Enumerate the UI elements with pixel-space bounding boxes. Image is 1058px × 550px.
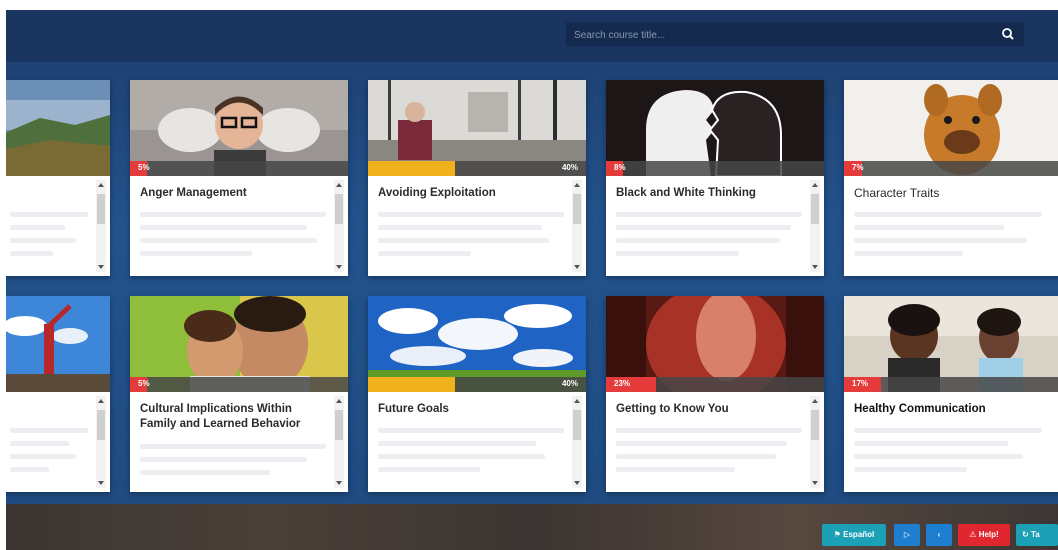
course-title[interactable]: Healthy Communication bbox=[854, 402, 1042, 417]
search-box[interactable] bbox=[566, 22, 1024, 46]
progress-bar: 5% bbox=[130, 161, 348, 176]
progress-bar: 5% bbox=[130, 377, 348, 392]
language-icon: ⚑ bbox=[833, 530, 844, 539]
progress-bar: 23% bbox=[606, 377, 824, 392]
card-scrollbar[interactable] bbox=[810, 180, 820, 272]
chevron-left-icon: ‹ bbox=[937, 530, 941, 539]
course-title[interactable]: Future Goals bbox=[378, 402, 564, 417]
course-card-black-and-white-thinking[interactable]: 8% Black and White Thinking bbox=[606, 80, 824, 276]
course-title[interactable]: Anger Management bbox=[140, 186, 326, 201]
course-description bbox=[854, 428, 1042, 480]
course-title[interactable]: Avoiding Exploitation bbox=[378, 186, 564, 201]
progress-percent: 5% bbox=[138, 163, 150, 172]
more-label: Ta bbox=[1030, 530, 1040, 539]
speaker-icon: ▷ bbox=[903, 530, 911, 539]
card-scrollbar[interactable] bbox=[572, 180, 582, 272]
app-screen: 5% Anger Management 40% Avoiding Exploit… bbox=[6, 10, 1058, 550]
course-card-healthy-communication[interactable]: 17% Healthy Communication bbox=[844, 296, 1058, 492]
card-scrollbar[interactable] bbox=[96, 396, 106, 488]
course-card-getting-to-know-you[interactable]: 23% Getting to Know You bbox=[606, 296, 824, 492]
course-description bbox=[10, 212, 88, 264]
warning-icon: ⚠ bbox=[969, 530, 979, 539]
course-card-cultural-implications[interactable]: 5% Cultural Implications Within Family a… bbox=[130, 296, 348, 492]
help-label: Help! bbox=[978, 530, 999, 539]
progress-percent: 5% bbox=[138, 379, 150, 388]
refresh-icon: ↻ bbox=[1022, 530, 1031, 539]
progress-fill bbox=[368, 161, 456, 176]
course-card-avoiding-exploitation[interactable]: 40% Avoiding Exploitation bbox=[368, 80, 586, 276]
progress-bar: 7% bbox=[844, 161, 1058, 176]
card-scrollbar[interactable] bbox=[810, 396, 820, 488]
card-scrollbar[interactable] bbox=[334, 180, 344, 272]
progress-bar: 8% bbox=[606, 161, 824, 176]
course-image bbox=[6, 80, 110, 176]
more-button[interactable]: ↻ Ta bbox=[1016, 524, 1058, 546]
progress-fill bbox=[368, 377, 456, 392]
progress-percent: 40% bbox=[561, 163, 578, 172]
course-card-partial-left[interactable] bbox=[6, 80, 110, 276]
back-button[interactable]: ‹ bbox=[926, 524, 952, 546]
course-description bbox=[854, 212, 1042, 264]
course-title[interactable]: Getting to Know You bbox=[616, 402, 802, 417]
top-navigation-bar bbox=[6, 10, 1058, 62]
search-icon[interactable] bbox=[1000, 26, 1016, 42]
progress-percent: 7% bbox=[852, 163, 864, 172]
course-title[interactable]: Cultural Implications Within Family and … bbox=[140, 402, 326, 432]
help-button[interactable]: ⚠ Help! bbox=[958, 524, 1010, 546]
card-scrollbar[interactable] bbox=[572, 396, 582, 488]
progress-percent: 17% bbox=[852, 379, 869, 388]
progress-bar: 40% bbox=[368, 377, 586, 392]
progress-percent: 40% bbox=[561, 379, 578, 388]
progress-percent: 8% bbox=[614, 163, 626, 172]
course-description bbox=[378, 428, 564, 480]
course-card-character-traits[interactable]: 7% Character Traits bbox=[844, 80, 1058, 276]
course-card-anger-management[interactable]: 5% Anger Management bbox=[130, 80, 348, 276]
course-description bbox=[140, 212, 326, 264]
progress-bar: 40% bbox=[368, 161, 586, 176]
course-title[interactable]: Character Traits bbox=[854, 186, 1042, 201]
search-input[interactable] bbox=[572, 24, 976, 46]
course-card-future-goals[interactable]: 40% Future Goals bbox=[368, 296, 586, 492]
course-card-partial-left[interactable] bbox=[6, 296, 110, 492]
course-description bbox=[140, 444, 326, 483]
card-scrollbar[interactable] bbox=[96, 180, 106, 272]
course-image bbox=[6, 296, 110, 392]
progress-bar: 17% bbox=[844, 377, 1058, 392]
course-description bbox=[378, 212, 564, 264]
audio-button[interactable]: ▷ bbox=[894, 524, 920, 546]
course-description bbox=[10, 428, 88, 480]
course-description bbox=[616, 428, 802, 480]
card-scrollbar[interactable] bbox=[334, 396, 344, 488]
espanol-button[interactable]: ⚑ Español bbox=[822, 524, 886, 546]
course-description bbox=[616, 212, 802, 264]
espanol-label: Español bbox=[843, 530, 875, 539]
progress-percent: 23% bbox=[614, 379, 631, 388]
course-title[interactable]: Black and White Thinking bbox=[616, 186, 802, 201]
